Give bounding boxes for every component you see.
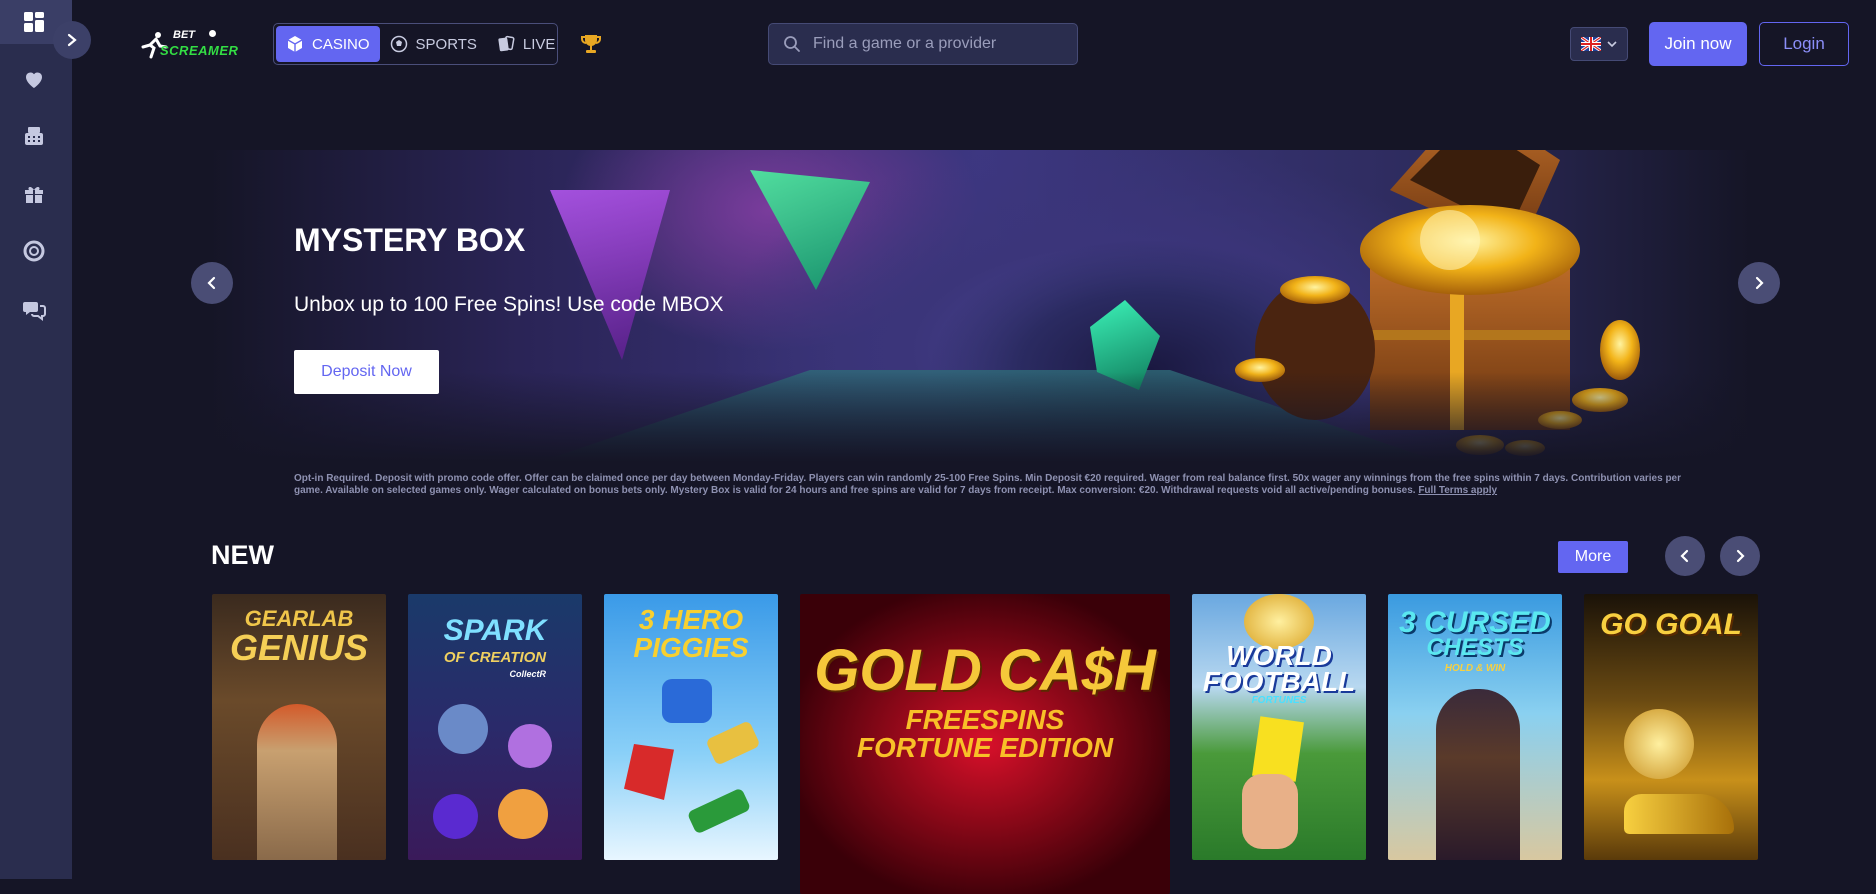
game-title: GOLD CA$H	[814, 638, 1156, 703]
game-tag: CollectR	[509, 669, 546, 679]
heart-icon	[26, 72, 42, 88]
chevron-right-icon	[1755, 276, 1764, 290]
creature-illustration	[508, 724, 552, 768]
banner-prev-button[interactable]	[191, 262, 233, 304]
product-tabs: CASINO SPORTS LIVE	[273, 23, 558, 65]
game-subtitle: OF CREATION	[443, 649, 547, 666]
golden-ball-illustration	[1624, 709, 1694, 779]
flower-illustration	[433, 794, 478, 839]
creature-illustration	[438, 704, 488, 754]
bracelet-illustration	[686, 787, 752, 835]
ball-icon	[209, 30, 216, 37]
game-title: SPARK	[443, 614, 547, 647]
chevron-right-icon	[1736, 549, 1745, 563]
green-crystal	[750, 170, 870, 290]
language-selector[interactable]	[1570, 27, 1628, 61]
banner-fade	[210, 372, 1750, 462]
game-tile-go-goal[interactable]: GO GOAL	[1584, 594, 1758, 860]
game-subtitle: GENIUS	[229, 627, 369, 668]
tab-live[interactable]: LIVE	[487, 26, 566, 62]
more-button[interactable]: More	[1558, 541, 1628, 573]
sidebar-item-chat[interactable]	[0, 287, 72, 331]
game-tile-gearlab-genius[interactable]: GEARLAB GENIUS	[212, 594, 386, 860]
game-tile-gold-cash[interactable]: GOLD CA$H FREESPINS FORTUNE EDITION	[800, 594, 1170, 894]
game-tag: FORTUNES	[1251, 695, 1307, 706]
creature-illustration	[498, 789, 548, 839]
tab-label: LIVE	[522, 35, 556, 53]
join-button[interactable]: Join now	[1649, 22, 1747, 66]
pirate-illustration	[1436, 689, 1520, 860]
soccer-ball-icon	[390, 35, 407, 53]
game-title: 3 HERO	[638, 604, 744, 635]
games-next-button[interactable]	[1720, 536, 1760, 576]
sidebar	[0, 0, 72, 879]
golden-boot-illustration	[1624, 794, 1734, 834]
sidebar-item-cashier[interactable]	[0, 114, 72, 158]
brand-logo[interactable]: BET SCREAMER	[140, 25, 238, 65]
game-tile-3-hero-piggies[interactable]: 3 HERO PIGGIES	[604, 594, 778, 860]
purple-crystal	[550, 190, 670, 360]
cape-illustration	[624, 744, 674, 800]
chat-icon	[23, 302, 46, 321]
banner-subtitle: Unbox up to 100 Free Spins! Use code MBO…	[294, 293, 724, 316]
tab-label: SPORTS	[415, 35, 477, 53]
tab-label: CASINO	[312, 35, 370, 53]
logo-text-top: BET	[173, 29, 195, 41]
full-terms-link[interactable]: Full Terms apply	[1418, 485, 1497, 496]
tab-casino[interactable]: CASINO	[276, 26, 380, 62]
cannon-illustration	[705, 720, 761, 766]
game-tile-spark-of-creation[interactable]: SPARK OF CREATION CollectR	[408, 594, 582, 860]
sidebar-item-promotions[interactable]	[0, 172, 72, 216]
search-bar	[768, 23, 1078, 65]
cube-icon	[287, 36, 303, 52]
glove-illustration	[662, 679, 712, 723]
deposit-now-button[interactable]: Deposit Now	[294, 350, 439, 394]
search-icon	[784, 36, 800, 52]
dashboard-icon	[24, 12, 44, 32]
sidebar-item-favorites[interactable]	[0, 57, 72, 101]
sidebar-toggle-button[interactable]	[53, 21, 91, 59]
character-illustration	[257, 704, 337, 860]
banner-next-button[interactable]	[1738, 262, 1780, 304]
game-subtitle: PIGGIES	[633, 632, 749, 663]
game-title: GO GOAL	[1600, 608, 1742, 641]
chevron-left-icon	[1680, 549, 1689, 563]
uk-flag-icon	[1581, 37, 1601, 51]
search-input[interactable]	[811, 34, 1065, 54]
gift-icon	[25, 186, 43, 203]
game-tile-3-cursed-chests[interactable]: 3 CURSED CHESTS HOLD & WIN	[1388, 594, 1562, 860]
logo-text-bottom: SCREAMER	[160, 43, 239, 58]
trophy-icon[interactable]	[579, 32, 603, 56]
lifebuoy-icon	[23, 240, 45, 262]
hand-illustration	[1242, 774, 1298, 849]
section-title-new: NEW	[211, 540, 274, 570]
tab-sports[interactable]: SPORTS	[380, 26, 487, 62]
games-prev-button[interactable]	[1665, 536, 1705, 576]
chevron-down-icon	[1607, 41, 1617, 48]
banner-terms: Opt-in Required. Deposit with promo code…	[294, 473, 1694, 497]
game-subtitle: CHESTS	[1426, 634, 1524, 661]
banner-title: MYSTERY BOX	[294, 222, 526, 258]
sidebar-item-support[interactable]	[0, 229, 72, 273]
cards-icon	[498, 35, 515, 52]
login-button[interactable]: Login	[1759, 22, 1849, 66]
chevron-left-icon	[207, 276, 216, 290]
game-subtitle: FOOTBALL	[1202, 666, 1356, 697]
yellow-card-illustration	[1252, 716, 1304, 782]
cash-register-icon	[25, 127, 43, 145]
game-tag: FORTUNE EDITION	[856, 732, 1114, 763]
game-subtitle: FREESPINS	[905, 704, 1065, 735]
game-tag: HOLD & WIN	[1444, 663, 1506, 674]
game-tile-world-football[interactable]: WORLD FOOTBALL FORTUNES	[1192, 594, 1366, 860]
chevron-right-icon	[67, 33, 77, 47]
